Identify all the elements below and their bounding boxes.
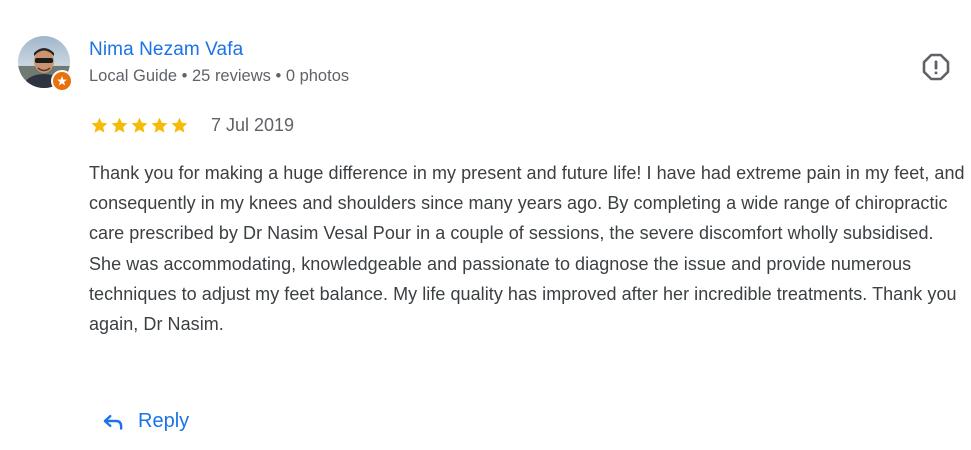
review-text: Thank you for making a huge difference i… bbox=[89, 163, 965, 335]
local-guide-badge-icon bbox=[51, 70, 73, 92]
reply-button[interactable]: Reply bbox=[100, 403, 189, 439]
star-icon bbox=[131, 117, 148, 133]
star-icon bbox=[151, 117, 168, 133]
author-name[interactable]: Nima Nezam Vafa bbox=[89, 39, 243, 61]
reply-arrow-icon bbox=[103, 414, 123, 430]
avatar[interactable] bbox=[18, 36, 73, 92]
reply-label: Reply bbox=[138, 409, 190, 432]
review-date: 7 Jul 2019 bbox=[211, 115, 295, 135]
author-meta: Local Guide • 25 reviews • 0 photos bbox=[89, 67, 350, 85]
star-icon bbox=[111, 117, 128, 133]
star-icon bbox=[171, 117, 188, 133]
star-rating bbox=[90, 116, 189, 135]
report-icon[interactable] bbox=[920, 51, 952, 83]
review-card: Nima Nezam Vafa Local Guide • 25 reviews… bbox=[0, 0, 971, 450]
star-icon bbox=[91, 117, 108, 133]
